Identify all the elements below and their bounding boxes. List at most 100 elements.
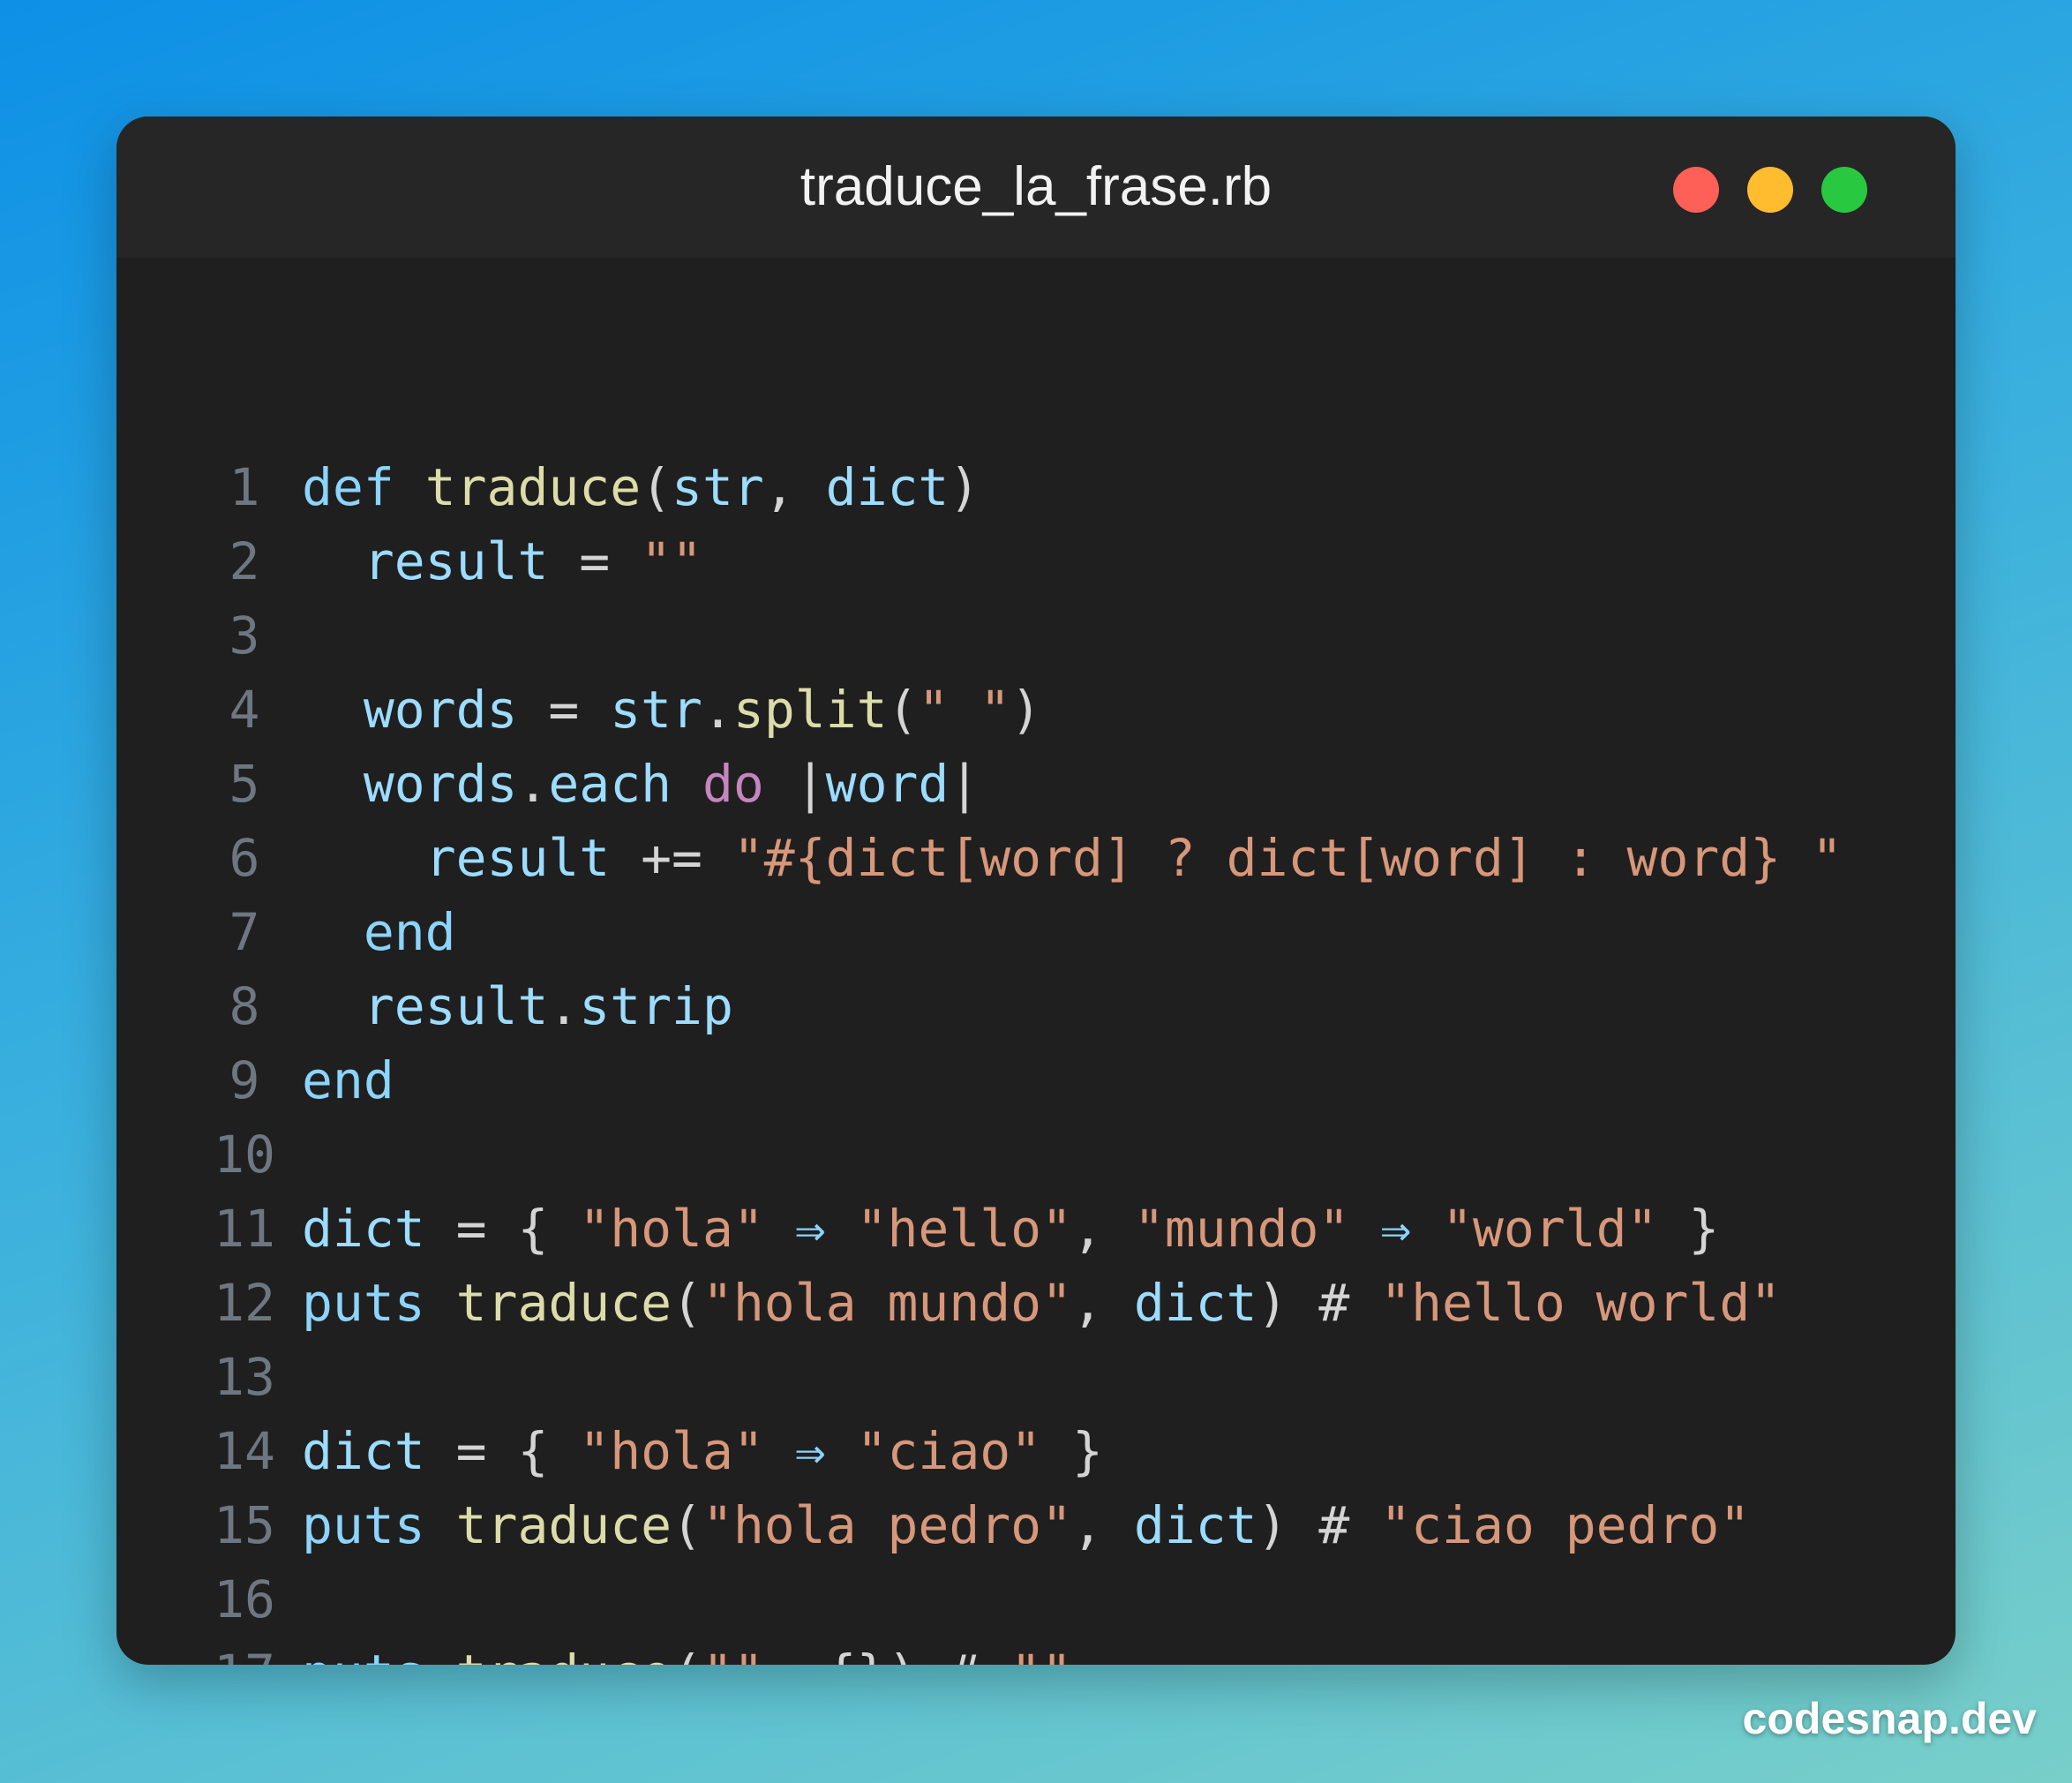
code-line: 2 result = "" [116,524,1956,598]
code-token: , [1072,1495,1134,1555]
line-source: words = str.split(" ") [302,673,1041,747]
code-token: "hello world" [1380,1273,1782,1333]
code-line: 14 dict = { "hola" ⇒ "ciao" } [116,1414,1956,1488]
code-token: dict [825,457,950,517]
code-line: 11 dict = { "hola" ⇒ "hello", "mundo" ⇒ "… [116,1192,1956,1266]
code-token: = { [424,1421,580,1481]
maximize-button[interactable] [1821,167,1867,213]
code-token: "mundo" [1133,1199,1350,1259]
code-token: , [763,457,826,517]
code-line: 17puts traduce("", {}) # "" [116,1636,1956,1665]
code-token: ( [672,1644,702,1665]
code-token: def [302,457,394,517]
code-token: traduce [456,1644,672,1665]
code-token: dict [1133,1495,1257,1555]
line-number: 5 [229,754,260,814]
code-token: "" [641,531,702,591]
code-token: "world" [1442,1199,1658,1259]
line-number: 11 [214,1199,275,1259]
code-token: "" [702,1644,764,1665]
code-window: traduce_la_frase.rb 1 def traduce(str, di… [116,117,1956,1665]
code-token: , [1072,1199,1134,1259]
line-source: result += "#{dict[word] ? dict[word] : w… [302,821,1843,895]
code-line: 7 end [116,895,1956,969]
code-token: "" [1010,1644,1072,1665]
code-token: "ciao pedro" [1380,1495,1751,1555]
line-source: dict = { "hola" ⇒ "ciao" } [302,1414,1103,1488]
line-number: 2 [229,531,260,591]
line-source: end [302,1043,394,1117]
code-line: 8 result.strip [116,969,1956,1043]
code-token: traduce [455,1495,672,1555]
code-token: "#{dict[word] ? dict[word] : word} " [732,828,1843,888]
minimize-button[interactable] [1747,167,1793,213]
line-source: dict = { "hola" ⇒ "hello", "mundo" ⇒ "wo… [302,1192,1719,1266]
code-token: } [1041,1421,1103,1481]
code-token: ⇒ [1349,1199,1443,1259]
code-token: ) # [1257,1495,1381,1555]
line-number: 14 [214,1421,275,1481]
line-number: 3 [229,606,260,666]
code-token: result [363,976,549,1036]
code-token: | [763,754,826,814]
watermark: codesnap.dev [1742,1694,2037,1743]
line-source: end [302,895,456,969]
code-token: words [363,680,518,740]
line-source: def traduce(str, dict) [302,450,980,524]
code-token: str [610,680,702,740]
line-number: 10 [214,1125,275,1185]
code-token: ⇒ [763,1421,857,1481]
line-number: 16 [214,1569,275,1629]
code-token: "hola" [579,1421,764,1481]
code-line: 3 [116,598,1956,673]
line-number: 7 [229,902,260,962]
code-line: 5 words.each do |word| [116,747,1956,821]
code-token: traduce [424,457,642,517]
code-line: 4 words = str.split(" ") [116,673,1956,747]
code-token: ⇒ [763,1199,857,1259]
code-token: "hello" [856,1199,1073,1259]
code-token: . [548,976,580,1036]
code-token: "hola mundo" [702,1273,1072,1333]
code-token: dict [302,1199,425,1259]
code-token: " " [918,680,1011,740]
code-line: 16 [116,1562,1956,1636]
line-number: 15 [214,1495,275,1555]
code-token: . [517,754,549,814]
code-token: traduce [455,1273,672,1333]
line-number: 17 [196,1636,293,1665]
close-button[interactable] [1673,167,1719,213]
line-number: 4 [229,680,260,740]
code-token: "hola pedro" [702,1495,1072,1555]
code-token: = { [424,1199,580,1259]
code-token: word [825,754,950,814]
line-number: 8 [229,976,260,1036]
line-source: puts traduce("hola mundo", dict) # "hell… [302,1266,1781,1340]
code-token: ( [672,1273,702,1333]
code-line: 13 [116,1340,1956,1414]
code-line: 6 result += "#{dict[word] ? dict[word] :… [116,821,1956,895]
code-token: ( [641,457,672,517]
line-number: 12 [214,1273,275,1333]
line-number: 1 [229,457,260,517]
line-source: result = "" [302,524,702,598]
code-line: 12 puts traduce("hola mundo", dict) # "he… [116,1266,1956,1340]
line-source: puts traduce("hola pedro", dict) # "ciao… [302,1488,1750,1562]
code-token: each [548,754,672,814]
code-token: str [672,457,764,517]
line-number: 9 [229,1050,260,1110]
code-token: result [363,531,549,591]
code-token: += [610,828,733,888]
line-source: words.each do |word| [302,747,980,821]
code-token: = [548,531,642,591]
code-token: split [732,680,888,740]
code-token: puts [302,1495,425,1555]
code-token: ) [949,457,980,517]
code-line: 9 end [116,1043,1956,1117]
